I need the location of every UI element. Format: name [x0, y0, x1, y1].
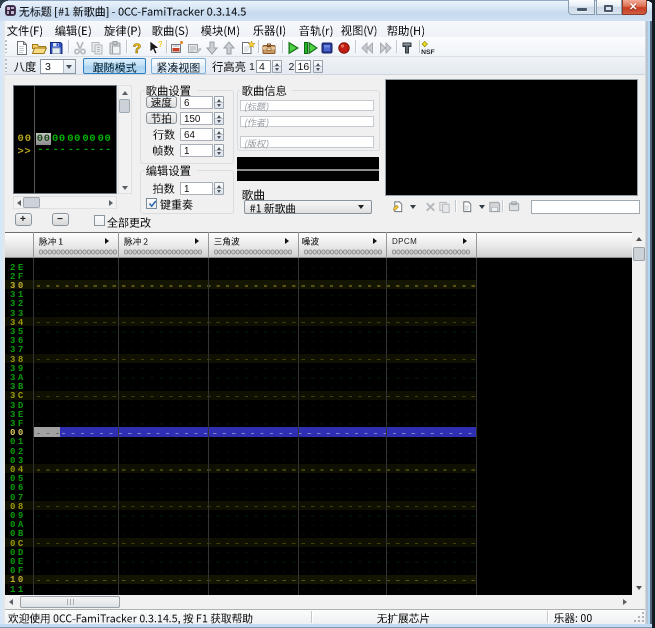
svg-text:?: ?	[158, 40, 162, 49]
svg-text:?: ?	[132, 40, 141, 56]
svg-text:NSF: NSF	[421, 49, 435, 56]
